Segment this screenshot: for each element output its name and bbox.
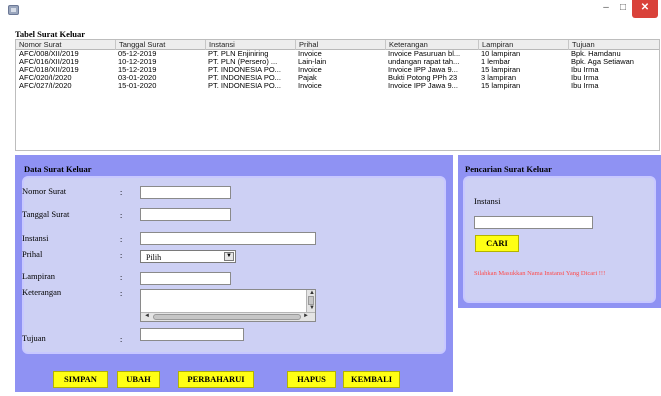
keterangan-textarea[interactable]: ▲ ▼ ◄ ►: [140, 289, 316, 322]
vertical-scrollbar[interactable]: ▲ ▼: [306, 290, 315, 312]
column-header[interactable]: Tujuan: [568, 40, 659, 50]
table-cell: PT. INDONESIA PO...: [208, 74, 281, 82]
table-cell: undangan rapat tah...: [388, 58, 460, 66]
table-cell: Lain-lain: [298, 58, 327, 66]
table-cell: 05-12-2019: [118, 50, 157, 58]
scroll-right-icon[interactable]: ►: [303, 313, 309, 320]
maximize-button[interactable]: □: [615, 0, 631, 18]
table-row[interactable]: AFC/020/I/2020 03-01-2020 PT. INDONESIA …: [16, 74, 659, 82]
column-header[interactable]: Tanggal Surat: [115, 40, 205, 50]
nomor-surat-input[interactable]: [140, 186, 231, 199]
instansi-input[interactable]: [140, 232, 316, 245]
table-cell: 10-12-2019: [118, 58, 157, 66]
table-cell: PT. PLN Enjiniring: [208, 50, 269, 58]
colon: :: [120, 251, 123, 260]
table-cell: Ibu Irma: [571, 74, 599, 82]
colon: :: [120, 235, 123, 244]
table-cell: Bpk. Hamdanu: [571, 50, 621, 58]
tujuan-label: Tujuan: [22, 333, 46, 343]
colon: :: [120, 289, 123, 298]
kembali-button[interactable]: KEMBALI: [343, 371, 400, 388]
table-cell: Invoice: [298, 50, 322, 58]
prihal-select[interactable]: Pilih ▼: [140, 250, 236, 263]
tujuan-input[interactable]: [140, 328, 244, 341]
nomor-surat-label: Nomor Surat: [22, 186, 67, 196]
table-header: Nomor Surat Tanggal Surat Instansi Priha…: [16, 40, 659, 50]
table-cell: 15-01-2020: [118, 82, 157, 90]
table-cell: AFC/020/I/2020: [19, 74, 72, 82]
column-header[interactable]: Instansi: [205, 40, 295, 50]
instansi-label: Instansi: [22, 233, 49, 243]
column-header[interactable]: Lampiran: [478, 40, 568, 50]
table-cell: Invoice: [298, 82, 322, 90]
prihal-label: Prihal: [22, 249, 43, 259]
table-row[interactable]: AFC/018/XII/2019 15-12-2019 PT. INDONESI…: [16, 66, 659, 74]
column-header[interactable]: Keterangan: [385, 40, 478, 50]
column-header[interactable]: Nomor Surat: [16, 40, 115, 50]
ubah-button[interactable]: UBAH: [117, 371, 160, 388]
colon: :: [120, 211, 123, 220]
perbaharui-button[interactable]: PERBAHARUI: [178, 371, 254, 388]
scroll-left-icon[interactable]: ◄: [144, 313, 150, 320]
tanggal-surat-label: Tanggal Surat: [22, 209, 70, 219]
search-title: Pencarian Surat Keluar: [465, 164, 552, 174]
table-cell: AFC/008/XII/2019: [19, 50, 79, 58]
search-instansi-label: Instansi: [474, 196, 501, 206]
tanggal-surat-input[interactable]: [140, 208, 231, 221]
table-cell: AFC/027/I/2020: [19, 82, 72, 90]
table-cell: 15 lampiran: [481, 66, 521, 74]
table-cell: Bpk. Aga Setiawan: [571, 58, 634, 66]
colon: :: [120, 273, 123, 282]
search-instansi-input[interactable]: [474, 216, 593, 229]
table-cell: 03-01-2020: [118, 74, 157, 82]
java-app-icon: [8, 5, 19, 15]
table-cell: AFC/016/XII/2019: [19, 58, 79, 66]
table-cell: Bukti Potong PPh 23: [388, 74, 458, 82]
table-cell: PT. INDONESIA PO...: [208, 66, 281, 74]
close-button[interactable]: ✕: [632, 0, 658, 18]
table-cell: AFC/018/XII/2019: [19, 66, 79, 74]
lampiran-label: Lampiran: [22, 271, 56, 281]
table-cell: 10 lampiran: [481, 50, 521, 58]
minimize-button[interactable]: –: [598, 0, 614, 18]
form-title: Data Surat Keluar: [24, 164, 92, 174]
colon: :: [120, 335, 123, 344]
table-cell: 3 lampiran: [481, 74, 517, 82]
table-cell: Invoice: [298, 66, 322, 74]
pencarian-surat-keluar-panel: Pencarian Surat Keluar: [458, 155, 661, 308]
horizontal-scroll-thumb[interactable]: [153, 314, 301, 320]
table-row[interactable]: AFC/008/XII/2019 05-12-2019 PT. PLN Enji…: [16, 50, 659, 58]
dropdown-arrow-icon[interactable]: ▼: [224, 252, 234, 261]
table-cell: Invoice IPP Jawa 9...: [388, 66, 458, 74]
simpan-button[interactable]: SIMPAN: [53, 371, 108, 388]
table-cell: 15 lampiran: [481, 82, 521, 90]
colon: :: [120, 188, 123, 197]
search-hint-text: Silahkan Masukkan Nama Instansi Yang Dic…: [474, 270, 606, 277]
data-surat-keluar-panel: Data Surat Keluar: [15, 155, 453, 392]
window-titlebar: – □ ✕: [0, 0, 661, 26]
table-cell: 15-12-2019: [118, 66, 157, 74]
table-body: AFC/008/XII/2019 05-12-2019 PT. PLN Enji…: [16, 50, 659, 150]
table-cell: PT. PLN (Persero) ...: [208, 58, 278, 66]
cari-button[interactable]: CARI: [475, 235, 519, 252]
surat-keluar-table: Nomor Surat Tanggal Surat Instansi Priha…: [15, 39, 660, 151]
vertical-scroll-thumb[interactable]: [308, 296, 314, 305]
table-cell: PT. INDONESIA PO...: [208, 82, 281, 90]
table-title: Tabel Surat Keluar: [15, 29, 86, 39]
table-cell: 1 lembar: [481, 58, 511, 66]
table-cell: Invoice Pasuruan bl...: [388, 50, 461, 58]
table-cell: Pajak: [298, 74, 317, 82]
prihal-selected-value: Pilih: [146, 253, 162, 262]
hapus-button[interactable]: HAPUS: [287, 371, 336, 388]
table-row[interactable]: AFC/016/XII/2019 10-12-2019 PT. PLN (Per…: [16, 58, 659, 66]
horizontal-scrollbar[interactable]: ◄ ►: [141, 312, 315, 321]
scroll-down-icon[interactable]: ▼: [309, 305, 315, 312]
table-row[interactable]: AFC/027/I/2020 15-01-2020 PT. INDONESIA …: [16, 82, 659, 90]
table-cell: Ibu Irma: [571, 82, 599, 90]
column-header[interactable]: Prihal: [295, 40, 385, 50]
table-cell: Invoice IPP Jawa 9...: [388, 82, 458, 90]
lampiran-input[interactable]: [140, 272, 231, 285]
table-cell: Ibu Irma: [571, 66, 599, 74]
keterangan-label: Keterangan: [22, 287, 62, 297]
